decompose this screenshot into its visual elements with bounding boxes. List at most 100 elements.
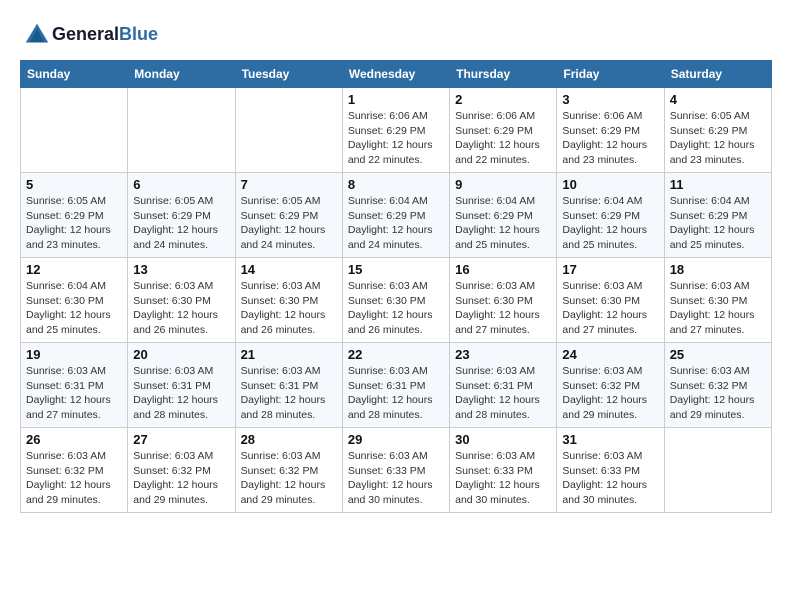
- day-number: 21: [241, 347, 337, 362]
- weekday-header-sunday: Sunday: [21, 61, 128, 88]
- calendar-cell: 6Sunrise: 6:05 AM Sunset: 6:29 PM Daylig…: [128, 173, 235, 258]
- day-info: Sunrise: 6:05 AM Sunset: 6:29 PM Dayligh…: [26, 194, 122, 253]
- day-info: Sunrise: 6:05 AM Sunset: 6:29 PM Dayligh…: [133, 194, 229, 253]
- day-info: Sunrise: 6:06 AM Sunset: 6:29 PM Dayligh…: [348, 109, 444, 168]
- logo: GeneralBlue: [20, 20, 158, 50]
- calendar-cell: 29Sunrise: 6:03 AM Sunset: 6:33 PM Dayli…: [342, 428, 449, 513]
- calendar-cell: [128, 88, 235, 173]
- calendar-cell: [21, 88, 128, 173]
- calendar-cell: 27Sunrise: 6:03 AM Sunset: 6:32 PM Dayli…: [128, 428, 235, 513]
- calendar-cell: 17 Sunrise: 6:03 AM Sunset: 6:30 PM Dayli…: [557, 258, 664, 343]
- day-info: Sunrise: 6:03 AM Sunset: 6:31 PM Dayligh…: [455, 364, 551, 423]
- day-info: Sunrise: 6:05 AM Sunset: 6:29 PM Dayligh…: [241, 194, 337, 253]
- day-number: 28: [241, 432, 337, 447]
- calendar-cell: 12 Sunrise: 6:04 AM Sunset: 6:30 PM Dayli…: [21, 258, 128, 343]
- logo-icon: [22, 20, 52, 50]
- day-number: 31: [562, 432, 658, 447]
- week-row-4: 19 Sunrise: 6:03 AM Sunset: 6:31 PM Dayli…: [21, 343, 772, 428]
- weekday-header-saturday: Saturday: [664, 61, 771, 88]
- logo-blue: Blue: [119, 24, 158, 44]
- calendar-cell: 10 Sunrise: 6:04 AM Sunset: 6:29 PM Dayli…: [557, 173, 664, 258]
- calendar-cell: 21 Sunrise: 6:03 AM Sunset: 6:31 PM Dayli…: [235, 343, 342, 428]
- day-info: Sunrise: 6:03 AM Sunset: 6:30 PM Dayligh…: [562, 279, 658, 338]
- day-number: 24: [562, 347, 658, 362]
- day-info: Sunrise: 6:03 AM Sunset: 6:30 PM Dayligh…: [670, 279, 766, 338]
- day-number: 19: [26, 347, 122, 362]
- calendar-cell: 5 Sunrise: 6:05 AM Sunset: 6:29 PM Daylig…: [21, 173, 128, 258]
- weekday-header-row: SundayMondayTuesdayWednesdayThursdayFrid…: [21, 61, 772, 88]
- week-row-3: 12 Sunrise: 6:04 AM Sunset: 6:30 PM Dayli…: [21, 258, 772, 343]
- day-number: 4: [670, 92, 766, 107]
- calendar-cell: 15Sunrise: 6:03 AM Sunset: 6:30 PM Dayli…: [342, 258, 449, 343]
- calendar-cell: 7 Sunrise: 6:05 AM Sunset: 6:29 PM Daylig…: [235, 173, 342, 258]
- calendar-cell: 9Sunrise: 6:04 AM Sunset: 6:29 PM Daylig…: [450, 173, 557, 258]
- day-number: 5: [26, 177, 122, 192]
- weekday-header-monday: Monday: [128, 61, 235, 88]
- day-info: Sunrise: 6:04 AM Sunset: 6:30 PM Dayligh…: [26, 279, 122, 338]
- calendar-cell: 14 Sunrise: 6:03 AM Sunset: 6:30 PM Dayli…: [235, 258, 342, 343]
- day-info: Sunrise: 6:03 AM Sunset: 6:33 PM Dayligh…: [348, 449, 444, 508]
- week-row-5: 26 Sunrise: 6:03 AM Sunset: 6:32 PM Dayli…: [21, 428, 772, 513]
- day-number: 3: [562, 92, 658, 107]
- day-info: Sunrise: 6:04 AM Sunset: 6:29 PM Dayligh…: [348, 194, 444, 253]
- day-number: 2: [455, 92, 551, 107]
- calendar-cell: 3 Sunrise: 6:06 AM Sunset: 6:29 PM Daylig…: [557, 88, 664, 173]
- day-info: Sunrise: 6:03 AM Sunset: 6:32 PM Dayligh…: [562, 364, 658, 423]
- day-info: Sunrise: 6:04 AM Sunset: 6:29 PM Dayligh…: [562, 194, 658, 253]
- day-number: 26: [26, 432, 122, 447]
- weekday-header-friday: Friday: [557, 61, 664, 88]
- calendar-cell: 1 Sunrise: 6:06 AM Sunset: 6:29 PM Daylig…: [342, 88, 449, 173]
- day-info: Sunrise: 6:03 AM Sunset: 6:32 PM Dayligh…: [670, 364, 766, 423]
- day-number: 23: [455, 347, 551, 362]
- day-info: Sunrise: 6:03 AM Sunset: 6:30 PM Dayligh…: [455, 279, 551, 338]
- day-number: 14: [241, 262, 337, 277]
- day-info: Sunrise: 6:04 AM Sunset: 6:29 PM Dayligh…: [670, 194, 766, 253]
- calendar-cell: 31Sunrise: 6:03 AM Sunset: 6:33 PM Dayli…: [557, 428, 664, 513]
- weekday-header-wednesday: Wednesday: [342, 61, 449, 88]
- day-number: 25: [670, 347, 766, 362]
- header: GeneralBlue: [20, 20, 772, 50]
- day-info: Sunrise: 6:03 AM Sunset: 6:32 PM Dayligh…: [26, 449, 122, 508]
- day-info: Sunrise: 6:03 AM Sunset: 6:31 PM Dayligh…: [241, 364, 337, 423]
- calendar-cell: 19 Sunrise: 6:03 AM Sunset: 6:31 PM Dayli…: [21, 343, 128, 428]
- week-row-1: 1 Sunrise: 6:06 AM Sunset: 6:29 PM Daylig…: [21, 88, 772, 173]
- day-number: 17: [562, 262, 658, 277]
- day-number: 22: [348, 347, 444, 362]
- day-number: 20: [133, 347, 229, 362]
- calendar-cell: 28Sunrise: 6:03 AM Sunset: 6:32 PM Dayli…: [235, 428, 342, 513]
- day-number: 15: [348, 262, 444, 277]
- day-info: Sunrise: 6:03 AM Sunset: 6:31 PM Dayligh…: [348, 364, 444, 423]
- day-number: 1: [348, 92, 444, 107]
- day-info: Sunrise: 6:03 AM Sunset: 6:30 PM Dayligh…: [241, 279, 337, 338]
- calendar-cell: 16Sunrise: 6:03 AM Sunset: 6:30 PM Dayli…: [450, 258, 557, 343]
- calendar-cell: 22 Sunrise: 6:03 AM Sunset: 6:31 PM Dayli…: [342, 343, 449, 428]
- day-info: Sunrise: 6:04 AM Sunset: 6:29 PM Dayligh…: [455, 194, 551, 253]
- calendar-cell: 13 Sunrise: 6:03 AM Sunset: 6:30 PM Dayli…: [128, 258, 235, 343]
- day-number: 7: [241, 177, 337, 192]
- calendar-cell: [664, 428, 771, 513]
- day-number: 8: [348, 177, 444, 192]
- day-number: 13: [133, 262, 229, 277]
- calendar-cell: 8 Sunrise: 6:04 AM Sunset: 6:29 PM Daylig…: [342, 173, 449, 258]
- calendar-table: SundayMondayTuesdayWednesdayThursdayFrid…: [20, 60, 772, 513]
- calendar-cell: 30Sunrise: 6:03 AM Sunset: 6:33 PM Dayli…: [450, 428, 557, 513]
- calendar-cell: 26 Sunrise: 6:03 AM Sunset: 6:32 PM Dayli…: [21, 428, 128, 513]
- day-info: Sunrise: 6:03 AM Sunset: 6:31 PM Dayligh…: [133, 364, 229, 423]
- day-info: Sunrise: 6:05 AM Sunset: 6:29 PM Dayligh…: [670, 109, 766, 168]
- day-number: 30: [455, 432, 551, 447]
- calendar-cell: [235, 88, 342, 173]
- day-number: 10: [562, 177, 658, 192]
- day-info: Sunrise: 6:03 AM Sunset: 6:30 PM Dayligh…: [133, 279, 229, 338]
- calendar-cell: 25 Sunrise: 6:03 AM Sunset: 6:32 PM Dayli…: [664, 343, 771, 428]
- day-number: 27: [133, 432, 229, 447]
- weekday-header-thursday: Thursday: [450, 61, 557, 88]
- calendar-cell: 24 Sunrise: 6:03 AM Sunset: 6:32 PM Dayli…: [557, 343, 664, 428]
- day-info: Sunrise: 6:03 AM Sunset: 6:31 PM Dayligh…: [26, 364, 122, 423]
- day-number: 12: [26, 262, 122, 277]
- day-info: Sunrise: 6:06 AM Sunset: 6:29 PM Dayligh…: [562, 109, 658, 168]
- day-number: 11: [670, 177, 766, 192]
- calendar-cell: 11 Sunrise: 6:04 AM Sunset: 6:29 PM Dayli…: [664, 173, 771, 258]
- logo-general: General: [52, 24, 119, 44]
- calendar-cell: 18Sunrise: 6:03 AM Sunset: 6:30 PM Dayli…: [664, 258, 771, 343]
- weekday-header-tuesday: Tuesday: [235, 61, 342, 88]
